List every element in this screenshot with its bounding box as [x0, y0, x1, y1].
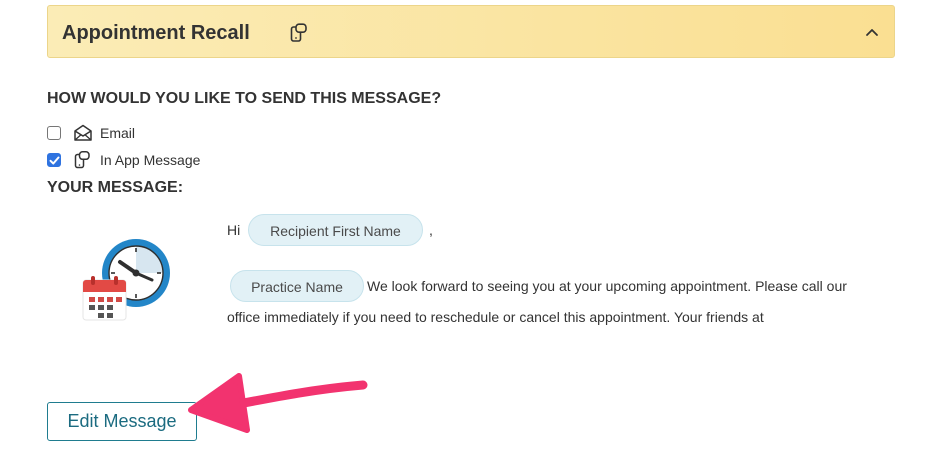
in-app-message-option-label: In App Message — [100, 152, 201, 168]
send-method-heading: HOW WOULD YOU LIKE TO SEND THIS MESSAGE? — [47, 90, 442, 107]
panel-title: Appointment Recall — [62, 22, 250, 44]
practice-name-token[interactable]: Practice Name — [230, 270, 364, 302]
panel-header[interactable]: Appointment Recall — [47, 5, 895, 58]
in-app-message-checkbox[interactable] — [47, 153, 61, 167]
greeting-text: Hi — [227, 222, 241, 238]
in-app-message-icon — [73, 151, 93, 169]
email-checkbox[interactable] — [47, 126, 61, 140]
in-app-message-icon — [290, 23, 308, 43]
annotation-arrow — [185, 372, 370, 436]
recipient-first-name-token[interactable]: Recipient First Name — [248, 214, 423, 246]
edit-message-button[interactable]: Edit Message — [47, 402, 197, 441]
envelope-open-icon — [73, 124, 93, 142]
message-body-line-1: We look forward to seeing you at your up… — [367, 278, 847, 294]
calendar-clock-icon — [80, 236, 176, 324]
your-message-heading: YOUR MESSAGE: — [47, 179, 184, 196]
chevron-up-icon[interactable] — [858, 18, 886, 46]
message-body-line-2: office immediately if you need to resche… — [227, 309, 764, 325]
greeting-comma: , — [429, 222, 433, 238]
email-option-label: Email — [100, 125, 136, 141]
